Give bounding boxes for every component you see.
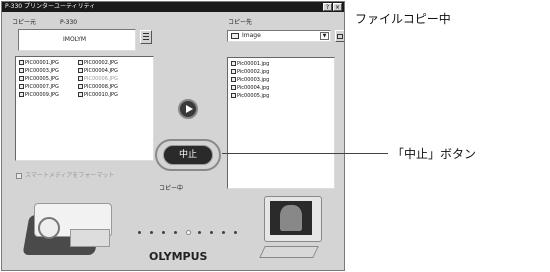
chevron-down-icon[interactable]: ▼: [320, 32, 329, 40]
new-folder-button[interactable]: [335, 30, 344, 42]
image-file-icon: [19, 92, 24, 97]
dest-file-item[interactable]: Pic00004.jpg: [231, 85, 269, 91]
folder-icon: [231, 33, 239, 39]
image-file-icon: [231, 77, 236, 82]
source-file-item[interactable]: PIC00005.JPG: [19, 76, 59, 82]
dest-file-item[interactable]: Pic00002.jpg: [231, 69, 269, 75]
source-file-item[interactable]: PIC00009.JPG: [19, 92, 59, 98]
progress-dot: [174, 231, 177, 234]
stop-button-annotation: 「中止」ボタン: [392, 147, 477, 161]
image-file-icon: [19, 84, 24, 89]
printer-utility-window: P-330 プリンターユーティリティ ? × コピー元 P-330 IMOLYM…: [1, 1, 345, 271]
image-file-icon: [231, 69, 236, 74]
dest-label: コピー先: [228, 19, 253, 26]
dest-folder-name: Image: [242, 32, 261, 39]
progress-dot: [234, 231, 237, 234]
progress-dot: [222, 231, 225, 234]
source-file-item[interactable]: PIC00007.JPG: [19, 84, 59, 90]
source-volume-field: IMOLYM: [18, 29, 136, 51]
folder-up-icon: [337, 34, 343, 39]
format-checkbox-label: スマートメディアをフォーマット: [25, 172, 115, 179]
status-text: コピー中: [159, 185, 184, 192]
dest-file-item[interactable]: Pic00003.jpg: [231, 77, 269, 83]
image-file-icon: [19, 68, 24, 73]
callout-line: [222, 153, 388, 154]
source-label: コピー元: [12, 19, 37, 26]
list-icon: [143, 33, 149, 40]
image-file-icon: [19, 76, 24, 81]
copying-annotation: ファイルコピー中: [355, 12, 451, 26]
dest-file-item[interactable]: Pic00005.jpg: [231, 93, 269, 99]
image-file-icon: [78, 76, 83, 81]
image-file-icon: [231, 93, 236, 98]
copy-play-button[interactable]: [178, 99, 198, 119]
source-volume-name: IMOLYM: [63, 36, 87, 43]
source-file-item[interactable]: PIC00006.JPG: [78, 76, 118, 82]
close-button[interactable]: ×: [333, 3, 342, 11]
image-file-icon: [231, 61, 236, 66]
computer-image: [254, 192, 340, 264]
progress-dot: [162, 231, 165, 234]
progress-dot: [210, 231, 213, 234]
image-file-icon: [78, 84, 83, 89]
format-checkbox[interactable]: [16, 173, 22, 179]
progress-dot: [138, 231, 141, 234]
source-file-item[interactable]: PIC00001.JPG: [19, 60, 59, 66]
source-file-item[interactable]: PIC00003.JPG: [19, 68, 59, 74]
source-file-item[interactable]: PIC00010.JPG: [78, 92, 118, 98]
progress-dot: [150, 231, 153, 234]
dest-file-item[interactable]: Pic00001.jpg: [231, 61, 269, 67]
source-card-button[interactable]: [140, 30, 152, 44]
title-bar: P-330 プリンターユーティリティ ? ×: [2, 2, 344, 12]
image-file-icon: [78, 68, 83, 73]
image-file-icon: [19, 60, 24, 65]
olympus-logo: OLYMPUS: [149, 250, 208, 263]
source-file-list[interactable]: PIC00001.JPG PIC00002.JPG PIC00003.JPG P…: [15, 56, 154, 161]
dest-folder-select[interactable]: Image ▼: [227, 30, 331, 42]
window-title: P-330 プリンターユーティリティ: [5, 3, 96, 10]
stop-button[interactable]: 中止: [163, 145, 213, 165]
progress-dot-active: [186, 230, 191, 235]
dest-file-list[interactable]: Pic00001.jpg Pic00002.jpg Pic00003.jpg P…: [227, 57, 335, 189]
source-device-label: P-330: [60, 19, 78, 26]
progress-dot: [198, 231, 201, 234]
image-file-icon: [78, 92, 83, 97]
printer-image: [20, 199, 124, 257]
source-file-item[interactable]: PIC00008.JPG: [78, 84, 118, 90]
image-file-icon: [78, 60, 83, 65]
help-button[interactable]: ?: [323, 3, 332, 11]
source-file-item[interactable]: PIC00002.JPG: [78, 60, 118, 66]
image-file-icon: [231, 85, 236, 90]
source-file-item[interactable]: PIC00004.JPG: [78, 68, 118, 74]
